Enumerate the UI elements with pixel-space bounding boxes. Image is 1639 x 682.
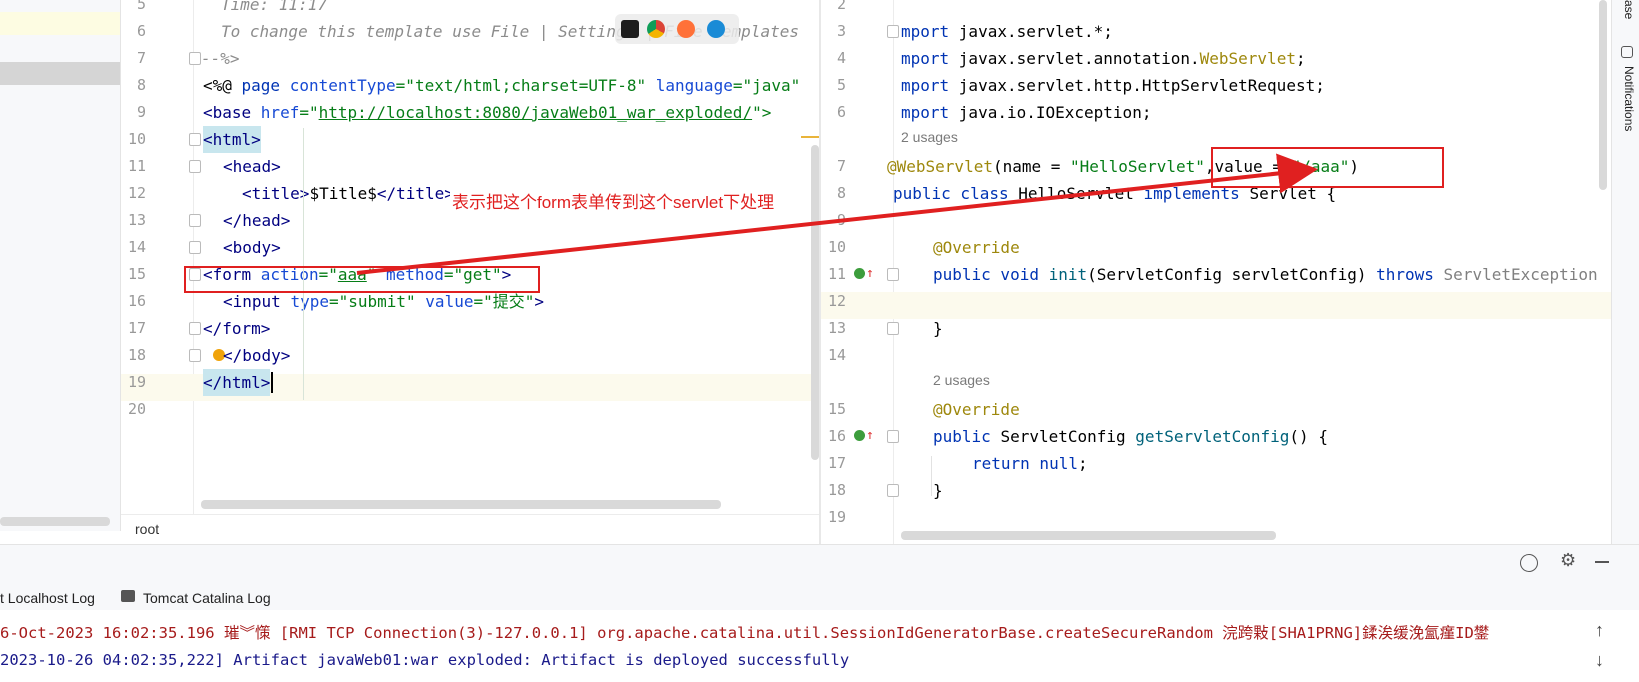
annotation-note: 表示把这个form表单传到这个servlet下处理 [450,188,777,213]
annotation-arrow [356,153,1318,275]
